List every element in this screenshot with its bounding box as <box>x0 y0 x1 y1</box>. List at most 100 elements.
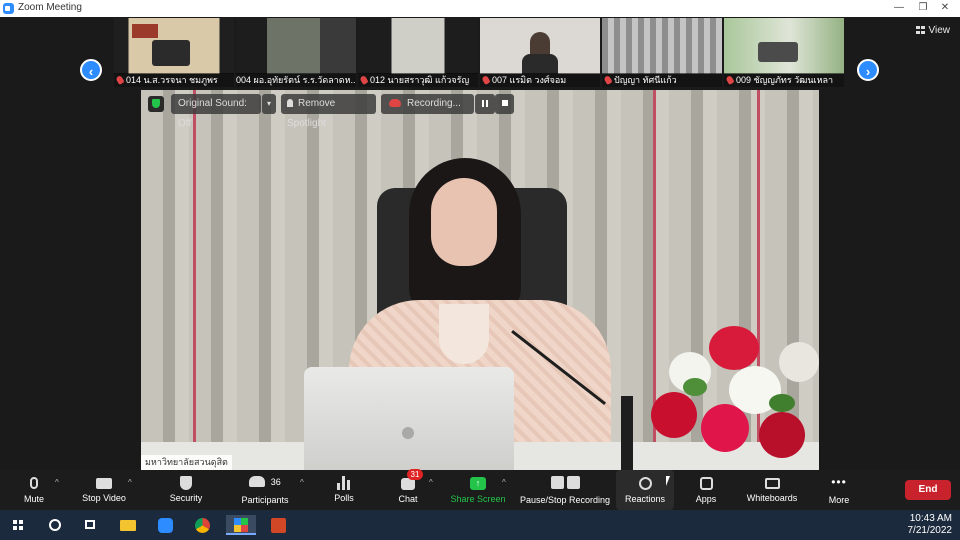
chat-bubble-icon: 31 <box>401 469 423 490</box>
chrome-icon <box>195 518 210 533</box>
more-button[interactable]: ••• More <box>820 470 858 510</box>
view-button[interactable]: View <box>915 25 951 36</box>
zoom-icon <box>158 518 173 533</box>
participant-name: 012 นายสราวุฒิ แก้วจรัญ <box>370 75 470 85</box>
taskbar-clock[interactable]: 10:43 AM 7/21/2022 <box>908 513 953 537</box>
taskbar-zoom[interactable] <box>155 515 177 535</box>
original-sound-button[interactable]: Original Sound: Off <box>171 94 261 129</box>
presenter-face <box>431 178 497 266</box>
recording-indicator: Recording... <box>381 94 474 114</box>
apps-grid-icon <box>699 477 713 490</box>
cloud-recording-icon <box>389 99 401 107</box>
task-view-button[interactable] <box>80 515 102 535</box>
taskbar-active-app[interactable] <box>226 515 256 535</box>
presenter-nameplate: มหาวิทยาลัยสวนดุสิต <box>141 455 232 470</box>
mic-muted-icon <box>481 75 491 85</box>
polls-button[interactable]: Polls <box>324 470 364 510</box>
stop-recording-button[interactable] <box>495 94 514 114</box>
strip-prev-button[interactable]: ‹ <box>80 59 102 81</box>
windows-taskbar: 10:43 AM 7/21/2022 <box>0 510 960 540</box>
pause-icon <box>550 476 564 489</box>
participant-thumbnail[interactable]: 014 น.ส.วรจนา ชมภูพร <box>114 18 234 87</box>
audio-options-caret[interactable]: ^ <box>55 478 59 487</box>
recording-label: Recording... <box>407 98 461 109</box>
participant-video <box>114 18 234 74</box>
chat-button[interactable]: 31 Chat <box>388 469 428 510</box>
participant-video <box>358 18 478 74</box>
chat-unread-badge: 31 <box>407 469 423 480</box>
app-tiles-icon <box>234 518 248 532</box>
participant-video <box>602 18 722 74</box>
participant-video <box>480 18 600 74</box>
view-label: View <box>928 25 951 36</box>
whiteboards-button[interactable]: Whiteboards <box>742 470 802 510</box>
mic-muted-icon <box>359 75 369 85</box>
participants-button[interactable]: 36 Participants <box>236 470 294 510</box>
task-view-icon <box>85 520 95 529</box>
share-options-caret[interactable]: ^ <box>502 478 506 487</box>
participant-thumbnail[interactable]: 012 นายสราวุฒิ แก้วจรัญ <box>358 18 478 87</box>
stop-icon <box>501 100 508 106</box>
participant-name: ปัญญา ทัศนีแก้ว <box>614 75 677 85</box>
laptop <box>304 367 514 470</box>
meeting-toolbar: Mute ^ Stop Video ^ Security 36 Particip… <box>0 469 960 510</box>
smiley-plus-icon <box>638 477 652 490</box>
participant-video <box>724 18 844 74</box>
participant-name: 004 ผอ.อุทัยรัตน์ ร.ร.วัดลาดห... <box>236 75 356 85</box>
flower-arrangement <box>649 322 819 470</box>
window-titlebar: Zoom Meeting — ❐ ✕ <box>0 0 960 18</box>
mute-button[interactable]: Mute <box>14 470 54 510</box>
original-sound-dropdown[interactable]: ▾ <box>262 94 276 114</box>
clock-date: 7/21/2022 <box>907 525 953 536</box>
pin-icon <box>287 99 293 107</box>
participant-name: 009 ชัญญภัทร วัฒนเหลา <box>736 75 834 85</box>
mic-muted-icon <box>115 75 125 85</box>
chevron-left-icon: ‹ <box>88 64 94 79</box>
participant-thumbnail[interactable]: 007 แรมิต วงศ์จอม <box>480 18 600 87</box>
end-meeting-button[interactable]: End <box>905 480 951 500</box>
video-options-caret[interactable]: ^ <box>128 478 132 487</box>
microphone-icon <box>30 477 38 489</box>
mic-muted-icon <box>725 75 735 85</box>
stop-video-button[interactable]: Stop Video <box>76 470 132 510</box>
taskbar-chrome[interactable] <box>192 515 214 535</box>
mouse-cursor-icon <box>666 476 674 486</box>
windows-logo-icon <box>13 520 23 530</box>
participant-name: 014 น.ส.วรจนา ชมภูพร <box>126 75 218 85</box>
restore-button[interactable]: ❐ <box>912 1 934 15</box>
participants-count: 36 <box>270 477 281 487</box>
gallery-grid-icon <box>915 26 925 35</box>
participant-name: 007 แรมิต วงศ์จอม <box>492 75 567 85</box>
share-screen-icon: ↑ <box>470 477 486 490</box>
close-button[interactable]: ✕ <box>934 1 956 15</box>
security-button[interactable]: Security <box>164 470 208 510</box>
pause-icon <box>482 100 488 107</box>
shield-icon <box>180 476 192 490</box>
participants-options-caret[interactable]: ^ <box>300 478 304 487</box>
spotlight-video[interactable]: มหาวิทยาลัยสวนดุสิต Original Sound: Off … <box>141 90 819 470</box>
minimize-button[interactable]: — <box>888 1 910 15</box>
laptop-logo-icon <box>402 427 414 439</box>
share-screen-button[interactable]: ↑ Share Screen <box>448 470 508 510</box>
windows-start-button[interactable] <box>8 515 30 535</box>
participant-thumbnail[interactable]: ปัญญา ทัศนีแก้ว <box>602 18 722 87</box>
stop-icon <box>566 476 580 489</box>
participant-thumbnail[interactable]: 004 ผอ.อุทัยรัตน์ ร.ร.วัดลาดห... <box>236 18 356 87</box>
chat-options-caret[interactable]: ^ <box>429 478 433 487</box>
pause-stop-recording-button[interactable]: Pause/Stop Recording <box>517 470 613 510</box>
window-title: Zoom Meeting <box>18 2 82 13</box>
pause-recording-button[interactable] <box>475 94 495 114</box>
powerpoint-icon <box>271 518 286 533</box>
zoom-app-icon <box>3 3 14 14</box>
folder-icon <box>120 520 136 531</box>
taskbar-powerpoint[interactable] <box>268 515 290 535</box>
video-camera-icon <box>96 478 112 489</box>
apps-button[interactable]: Apps <box>686 470 726 510</box>
participant-thumbnail[interactable]: 009 ชัญญภัทร วัฒนเหลา <box>724 18 844 87</box>
search-icon <box>49 519 61 531</box>
remove-spotlight-button[interactable]: Remove Spotlight <box>281 94 376 129</box>
taskbar-search-button[interactable] <box>44 515 66 535</box>
taskbar-file-explorer[interactable] <box>117 515 139 535</box>
people-icon <box>249 476 266 487</box>
strip-next-button[interactable]: › <box>857 59 879 81</box>
